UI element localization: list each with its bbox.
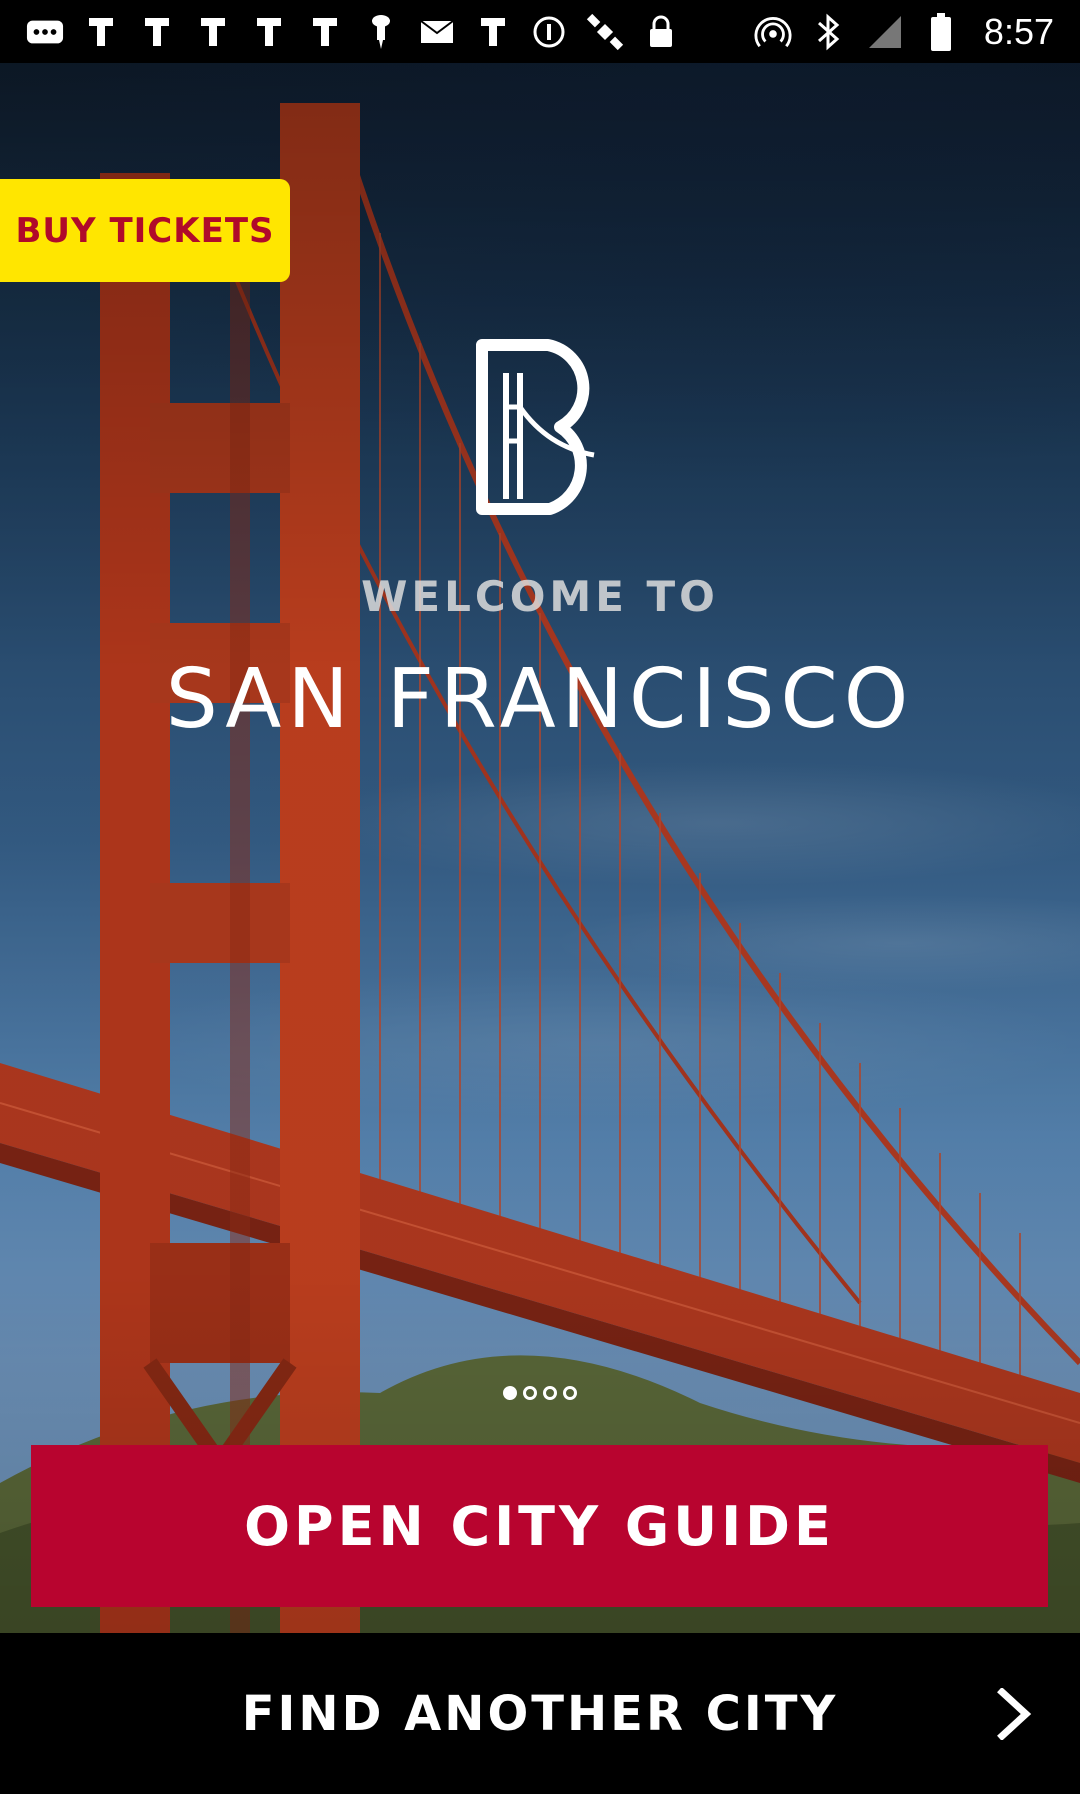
- status-time: 8:57: [983, 10, 1054, 52]
- mail-icon: [418, 13, 456, 51]
- pin-icon: [362, 13, 400, 51]
- page-dot-4[interactable]: [563, 1386, 577, 1400]
- notification-icon: [194, 13, 232, 51]
- page-dot-2[interactable]: [523, 1386, 537, 1400]
- notification-icon: [82, 13, 120, 51]
- bluetooth-icon: [810, 13, 848, 51]
- find-another-city-button[interactable]: FIND ANOTHER CITY: [0, 1633, 1080, 1794]
- no-signal-icon: [866, 13, 904, 51]
- chevron-right-icon: [997, 1687, 1032, 1740]
- notification-icon: [306, 13, 344, 51]
- city-title: SAN FRANCISCO: [165, 652, 915, 747]
- page-dot-3[interactable]: [543, 1386, 557, 1400]
- page-indicator: [0, 1386, 1080, 1400]
- app-logo-icon: [468, 337, 612, 517]
- notification-icon: [250, 13, 288, 51]
- status-right-icons: 8:57: [754, 11, 1080, 53]
- buy-tickets-button[interactable]: BUY TICKETS: [0, 179, 290, 282]
- status-left-icons: [0, 13, 680, 51]
- more-dots-icon: [26, 13, 64, 51]
- hotspot-icon: [754, 13, 792, 51]
- status-bar: 8:57: [0, 0, 1080, 63]
- battery-icon: [922, 12, 960, 51]
- welcome-label: WELCOME TO: [361, 572, 719, 621]
- satellite-fake-icon: [586, 13, 624, 51]
- lock-icon: [642, 13, 680, 51]
- page-dot-1[interactable]: [503, 1386, 517, 1400]
- notification-icon: [474, 13, 512, 51]
- find-another-city-label: FIND ANOTHER CITY: [241, 1685, 839, 1742]
- info-icon: [530, 13, 568, 51]
- open-city-guide-button[interactable]: OPEN CITY GUIDE: [31, 1445, 1048, 1607]
- notification-icon: [138, 13, 176, 51]
